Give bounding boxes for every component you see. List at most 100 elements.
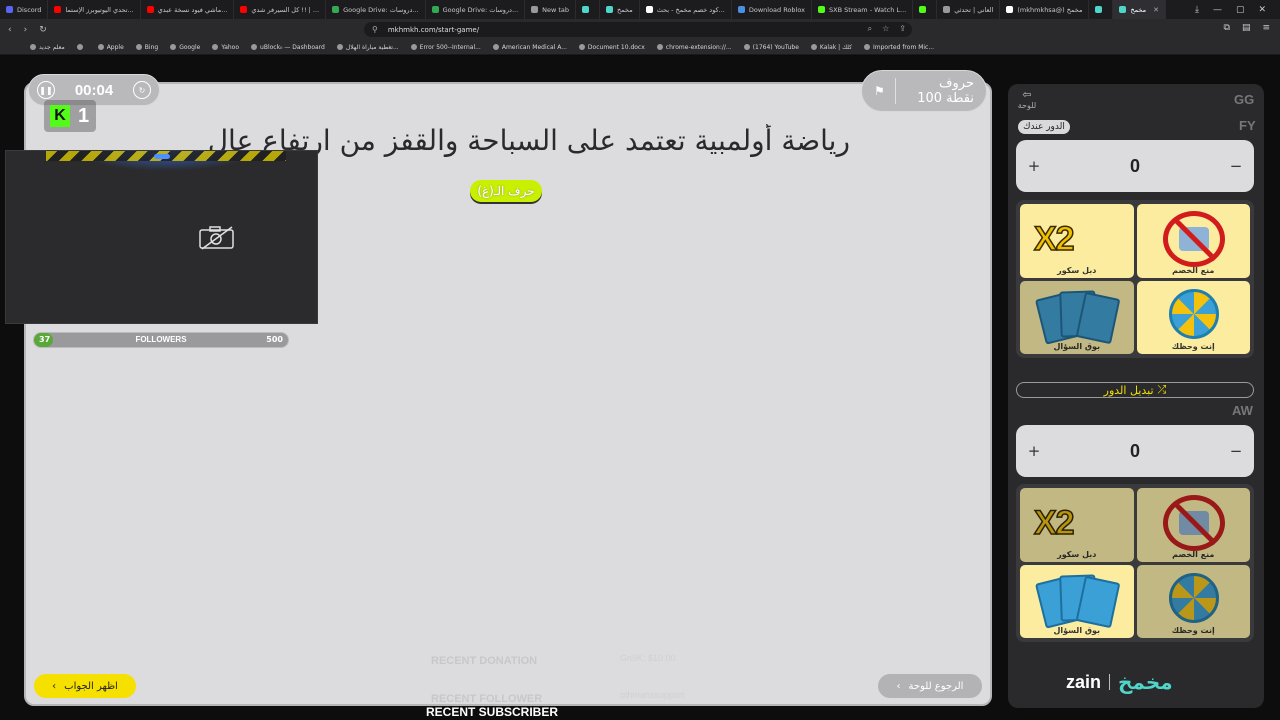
url-text[interactable]: mkhmkh.com/start-game/: [388, 26, 479, 34]
zoom-icon[interactable]: ⌕: [868, 24, 872, 34]
bookmark-item[interactable]: تغطية مباراة الهلال...: [336, 44, 399, 51]
cards-icon: [1034, 573, 1121, 629]
bookmark-item[interactable]: Document 10.docx: [578, 44, 645, 51]
luck-card[interactable]: إنت وحظك: [1136, 564, 1250, 638]
sidebar-toggle-icon[interactable]: ▤: [1242, 23, 1251, 33]
bookmark-item[interactable]: Google: [170, 44, 200, 51]
tab-favicon-icon: [737, 6, 745, 13]
followers-goal-bar: 37 FOLLOWERS 500: [33, 332, 289, 348]
bookmark-item[interactable]: American Medical A...: [492, 44, 567, 51]
extensions-icon[interactable]: ⧉: [1224, 23, 1230, 33]
bookmark-star-icon[interactable]: ☆: [882, 24, 889, 34]
close-window-button[interactable]: ✕: [1258, 5, 1266, 15]
bookmark-favicon-icon: [76, 44, 83, 50]
flag-icon[interactable]: ⚑: [874, 78, 896, 104]
bookmark-item[interactable]: معلم جديد: [30, 44, 65, 51]
double-score-card[interactable]: X2 دبل سكور: [1020, 488, 1134, 562]
swap-turn-button[interactable]: تبديل الدور ⤮: [1016, 382, 1254, 398]
close-tab-icon[interactable]: ✕: [1153, 6, 1159, 14]
menu-icon[interactable]: ≡: [1262, 23, 1270, 33]
back-icon[interactable]: ‹: [8, 25, 12, 35]
browser-tab[interactable]: مخمخ: [600, 0, 640, 19]
browser-tab[interactable]: (mkhmkhsa@) مخمخ: [1000, 0, 1090, 19]
luck-card[interactable]: إنت وحظك: [1136, 280, 1250, 354]
browser-tab[interactable]: العاني | تحدثي: [937, 0, 1001, 19]
pause-icon[interactable]: ❚❚: [37, 81, 55, 99]
bookmark-item[interactable]: Bing: [135, 44, 158, 51]
tab-label: Discord: [17, 5, 42, 14]
team2-decrement-button[interactable]: −: [1228, 442, 1244, 460]
browser-tab[interactable]: Download Roblox: [732, 0, 812, 19]
browser-tab[interactable]: مخمخ ✕: [1113, 0, 1166, 19]
bookmark-favicon-icon: [97, 44, 104, 50]
team-gg-tag: GG: [1234, 92, 1255, 107]
browser-tab[interactable]: SXB Stream - Watch L...: [812, 0, 914, 19]
browser-tab[interactable]: كل السيرفر شدي !! | ...: [234, 0, 327, 19]
bookmark-item[interactable]: Kalak | كلك: [810, 44, 852, 51]
browser-tab[interactable]: كود خصم مخمخ - بحث...: [640, 0, 732, 19]
call-question-card[interactable]: بوق السؤال: [1020, 564, 1134, 638]
tab-strip: Discord تحدي اليوتيوبرز الإستما... ماشي في…: [0, 0, 1280, 19]
bookmark-item[interactable]: uBlock₀ — Dashboard: [251, 44, 325, 51]
browser-tab[interactable]: تحدي اليوتيوبرز الإستما...: [48, 0, 141, 19]
show-answer-label: اظهر الجواب: [64, 680, 118, 692]
tab-favicon-icon: [943, 6, 951, 13]
forward-icon[interactable]: ›: [24, 25, 28, 35]
bookmark-item[interactable]: Error 500--Internal...: [410, 43, 481, 51]
bookmark-favicon-icon: [212, 44, 219, 50]
bookmark-label: Error 500--Internal...: [419, 43, 481, 51]
bookmark-item[interactable]: [76, 44, 86, 50]
browser-tab[interactable]: ماشي فيود نسخة عبدي...: [141, 0, 235, 19]
team2-score: 0: [1129, 440, 1140, 461]
site-info-icon[interactable]: ⚲: [372, 25, 378, 34]
team1-decrement-button[interactable]: −: [1228, 157, 1244, 175]
bookmark-favicon-icon: [578, 44, 585, 50]
luck-label: إنت وحظك: [1171, 626, 1215, 635]
call-question-card[interactable]: بوق السؤال: [1020, 280, 1134, 354]
restart-icon[interactable]: ↻: [133, 81, 151, 99]
browser-tab[interactable]: New tab: [525, 0, 577, 19]
block-icon: [1162, 495, 1225, 551]
bookmark-label: chrome-extension://...: [665, 43, 732, 51]
reload-icon[interactable]: ↻: [39, 25, 47, 35]
double-score-card[interactable]: X2 دبل سكور: [1020, 204, 1134, 278]
bookmark-item[interactable]: (1764) YouTube: [743, 44, 799, 51]
board-link[interactable]: ⇦ للوحة: [1016, 88, 1038, 110]
team2-increment-button[interactable]: +: [1026, 442, 1042, 460]
share-icon[interactable]: ⇪: [899, 24, 906, 34]
show-answer-button[interactable]: ‹ اظهر الجواب: [34, 674, 136, 698]
wheel-icon: [1168, 288, 1219, 339]
bookmark-item[interactable]: Imported from Mic...: [864, 44, 934, 51]
browser-tab[interactable]: [576, 0, 601, 19]
tab-favicon-icon: [1006, 6, 1014, 13]
block-opponent-label: منع الخصم: [1172, 265, 1215, 275]
url-field[interactable]: ⚲ mkhmkh.com/start-game/ ⌕ ☆ ⇪: [364, 22, 912, 37]
tab-label: Download Roblox: [748, 5, 805, 14]
luck-label: إنت وحظك: [1171, 342, 1215, 351]
maximize-button[interactable]: ▢: [1236, 5, 1245, 15]
bookmark-favicon-icon: [656, 44, 663, 50]
block-opponent-card[interactable]: منع الخصم: [1136, 204, 1250, 278]
browser-tab[interactable]: Discord: [0, 0, 49, 19]
bookmark-item[interactable]: chrome-extension://...: [656, 43, 732, 51]
turn-badge: الدور عندك: [1018, 120, 1070, 134]
bookmark-item[interactable]: Yahoo: [212, 44, 239, 51]
browser-tab[interactable]: Google Drive: دروسات...: [426, 0, 526, 19]
browser-tab[interactable]: Google Drive: دروسات...: [326, 0, 426, 19]
call-question-label: بوق السؤال: [1053, 342, 1101, 351]
tab-favicon-icon: [6, 6, 13, 13]
webcam-overlay: [5, 150, 318, 324]
bookmark-item[interactable]: Apple: [97, 43, 124, 51]
minimize-button[interactable]: —: [1213, 5, 1222, 15]
browser-tab[interactable]: [913, 0, 938, 19]
downloads-icon[interactable]: ⤓: [1195, 5, 1199, 15]
back-to-board-button[interactable]: ‹ الرجوع للوحة: [878, 674, 982, 698]
double-score-label: دبل سكور: [1057, 265, 1097, 275]
team1-score-box: + 0 −: [1016, 140, 1254, 192]
bookmark-label: Imported from Mic...: [873, 43, 935, 51]
bookmark-label: Apple: [106, 43, 124, 51]
browser-tab[interactable]: [1089, 0, 1114, 19]
team1-increment-button[interactable]: +: [1026, 157, 1042, 175]
block-opponent-card[interactable]: منع الخصم: [1136, 488, 1250, 562]
tab-label: SXB Stream - Watch L...: [829, 5, 907, 14]
